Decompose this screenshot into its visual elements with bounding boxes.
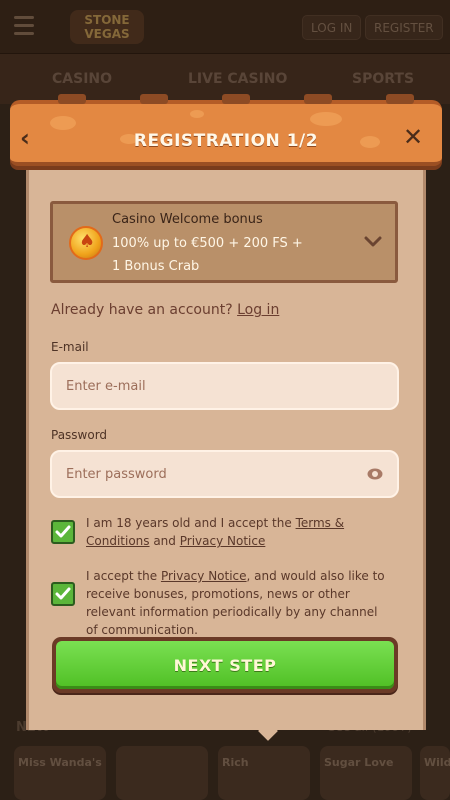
check-icon xyxy=(55,525,71,538)
password-label: Password xyxy=(51,428,108,442)
eye-icon[interactable] xyxy=(367,468,383,480)
email-input[interactable] xyxy=(66,364,356,408)
already-account-text: Already have an account? Log in xyxy=(51,302,280,318)
bonus-coin-icon xyxy=(69,226,103,260)
bonus-selector[interactable]: Casino Welcome bonus 100% up to €500 + 2… xyxy=(50,201,398,283)
bonus-title: Casino Welcome bonus xyxy=(112,212,263,227)
login-link[interactable]: Log in xyxy=(237,302,279,318)
close-icon[interactable]: ✕ xyxy=(403,124,429,150)
password-field[interactable] xyxy=(50,450,399,498)
password-input[interactable] xyxy=(66,452,356,496)
marketing-consent-checkbox[interactable] xyxy=(51,582,75,606)
modal-header-banner: ‹ REGISTRATION 1/2 ✕ xyxy=(10,94,442,166)
next-step-frame: NEXT STEP xyxy=(52,637,398,693)
age-terms-text: I am 18 years old and I accept the Terms… xyxy=(86,516,345,548)
chevron-down-icon[interactable] xyxy=(361,229,385,253)
age-terms-checkbox[interactable] xyxy=(51,520,75,544)
check-icon xyxy=(55,587,71,600)
privacy-notice-link[interactable]: Privacy Notice xyxy=(161,569,247,583)
email-label: E-mail xyxy=(51,340,89,354)
bonus-description: 100% up to €500 + 200 FS + xyxy=(112,236,303,251)
email-field[interactable] xyxy=(50,362,399,410)
bonus-description-extra: 1 Bonus Crab xyxy=(112,259,200,274)
privacy-notice-link[interactable]: Privacy Notice xyxy=(180,534,266,548)
marketing-consent-text: I accept the Privacy Notice, and would a… xyxy=(86,569,385,637)
modal-title: REGISTRATION 1/2 xyxy=(133,131,319,151)
next-step-button[interactable]: NEXT STEP xyxy=(56,641,394,689)
